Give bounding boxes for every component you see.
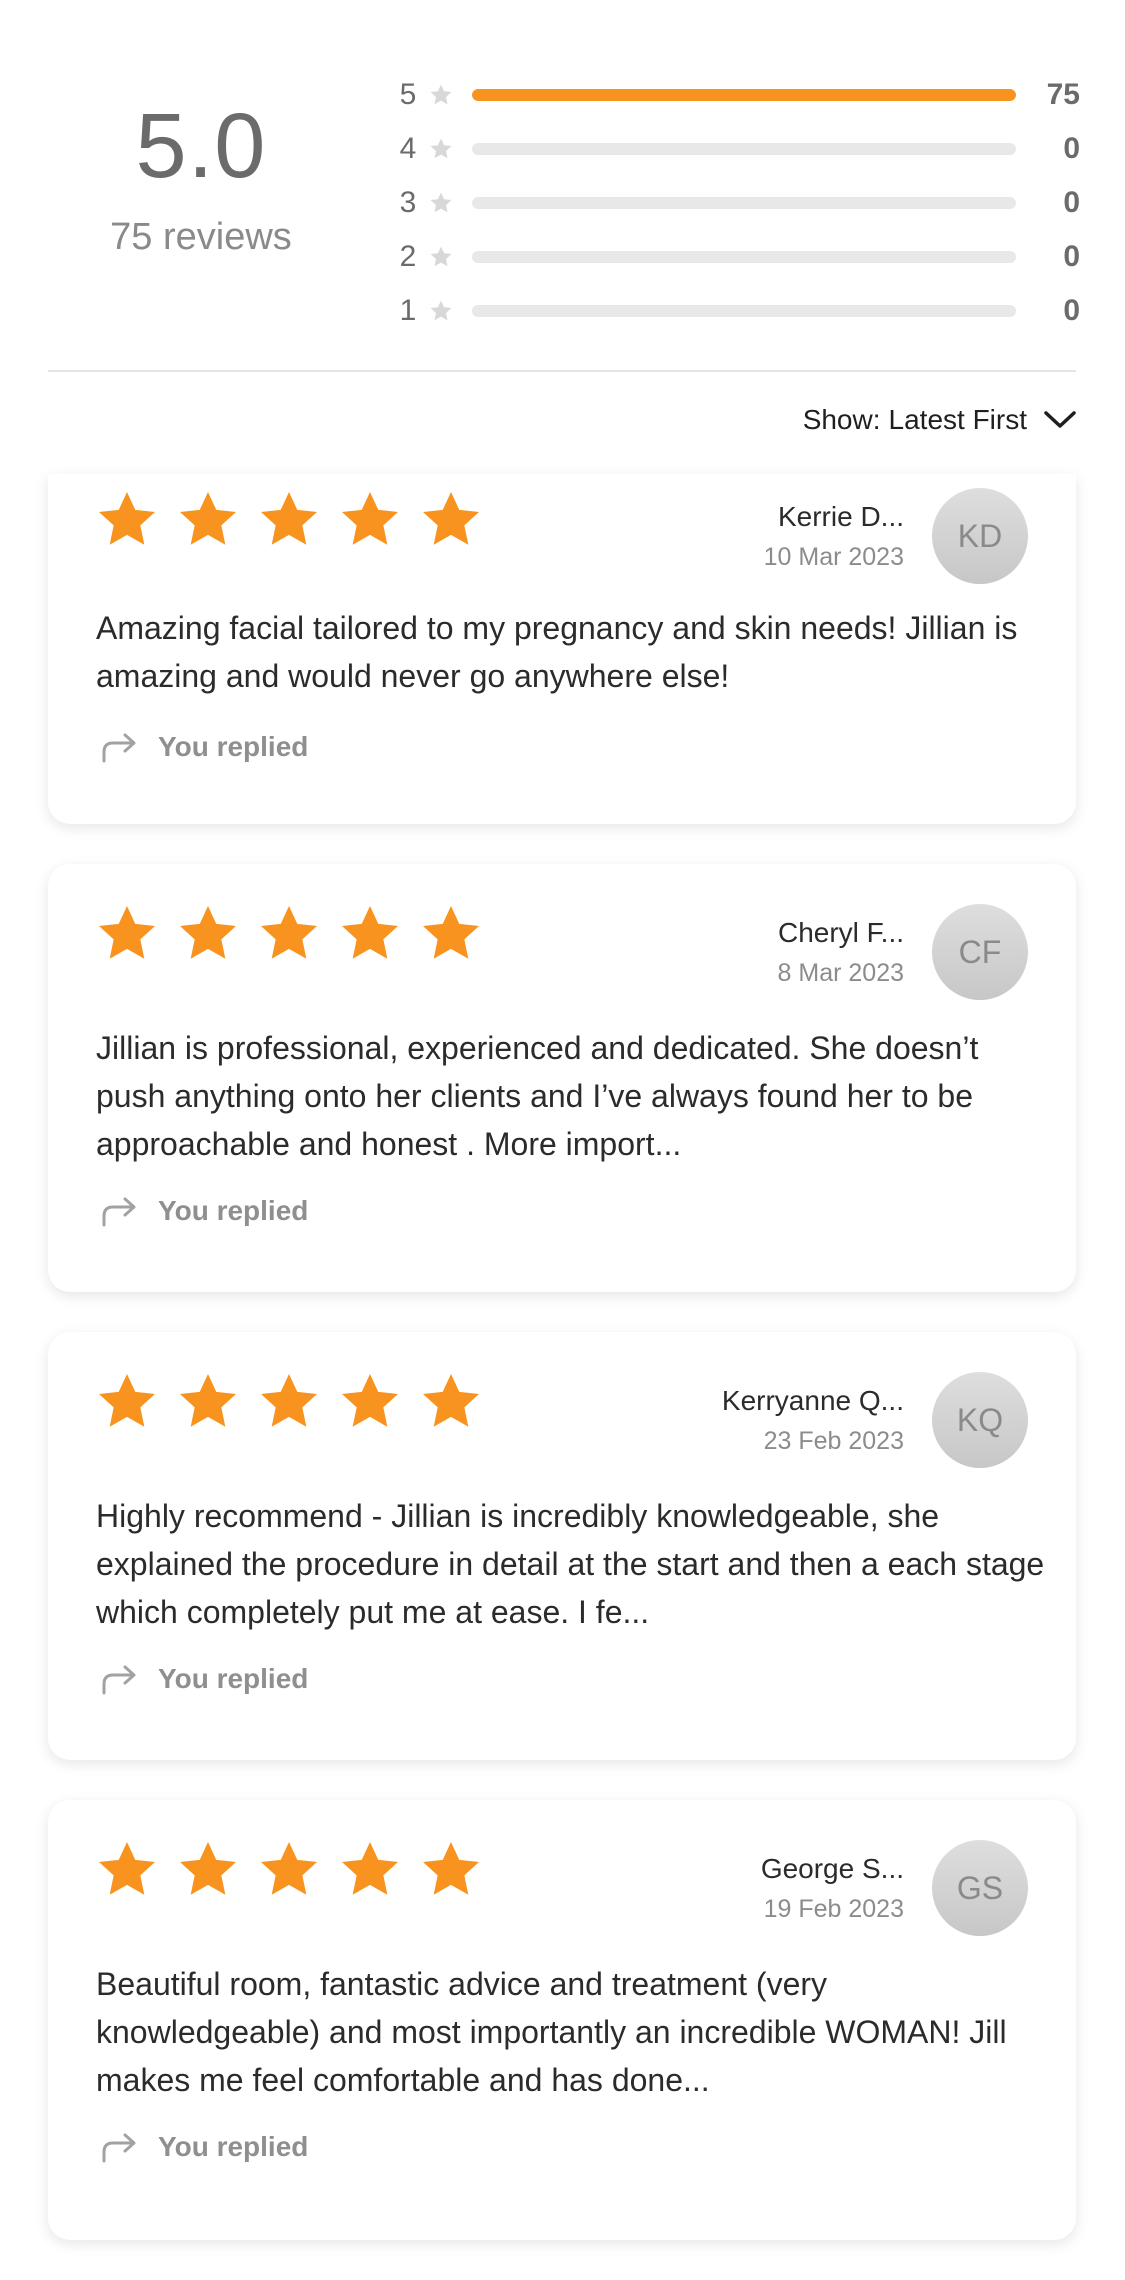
reviewer-name: George S... xyxy=(760,1853,904,1884)
histogram-bar-track xyxy=(472,251,1016,263)
reviewer-info: Kerryanne Q... 23 Feb 2023 xyxy=(722,1384,904,1456)
star-icon xyxy=(180,492,236,545)
review-count: 75 reviews xyxy=(110,216,292,258)
histogram-row-2: 2 0 xyxy=(396,230,1080,284)
review-rating xyxy=(94,1838,499,1902)
star-icon xyxy=(426,244,456,270)
star-icon xyxy=(426,136,456,162)
summary-divider xyxy=(48,370,1076,372)
histogram-row-1: 1 0 xyxy=(396,284,1080,338)
histogram-row-5: 5 75 xyxy=(396,68,1080,122)
histogram-star-number: 4 xyxy=(399,132,417,165)
reply-indicator[interactable]: You replied xyxy=(100,1194,308,1228)
rating-summary: 5.0 75 reviews 5 75 4 0 3 0 2 0 1 0 xyxy=(0,0,1125,372)
reply-indicator[interactable]: You replied xyxy=(100,1662,308,1696)
review-rating xyxy=(94,1370,499,1434)
reply-indicator[interactable]: You replied xyxy=(100,730,308,764)
score-block: 5.0 75 reviews xyxy=(48,100,354,256)
review-date: 23 Feb 2023 xyxy=(763,1426,904,1455)
reply-label: You replied xyxy=(158,731,309,762)
reply-indicator[interactable]: You replied xyxy=(100,2130,308,2164)
star-icon xyxy=(99,906,155,959)
histogram-star-number: 3 xyxy=(399,186,417,219)
histogram-bar-track xyxy=(472,143,1016,155)
star-icon xyxy=(423,492,479,545)
reply-label: You replied xyxy=(158,1663,309,1694)
star-icon xyxy=(423,906,479,959)
histogram-bar-fill xyxy=(472,89,1016,101)
reviewer-info: Cheryl F... 8 Mar 2023 xyxy=(778,916,904,988)
avatar: KQ xyxy=(932,1372,1028,1468)
star-icon xyxy=(99,1374,155,1427)
review-text: Jillian is professional, experienced and… xyxy=(96,1030,979,1162)
histogram-count: 0 xyxy=(1063,132,1080,165)
star-icon xyxy=(342,492,398,545)
star-icon xyxy=(261,492,317,545)
histogram-star-number: 5 xyxy=(399,78,417,111)
reviewer-name: Kerryanne Q... xyxy=(721,1385,904,1416)
review-list: Kerrie D... 10 Mar 2023 KD Amazing facia… xyxy=(48,474,1076,2280)
review-rating xyxy=(94,488,499,552)
histogram-star-number: 1 xyxy=(399,294,417,327)
histogram-bar-track xyxy=(472,89,1016,101)
star-icon xyxy=(426,82,456,108)
histogram-star-number: 2 xyxy=(399,240,417,273)
star-icon xyxy=(99,1842,155,1895)
reviewer-name: Kerrie D... xyxy=(777,501,904,532)
review-card[interactable]: Kerrie D... 10 Mar 2023 KD Amazing facia… xyxy=(48,474,1076,824)
star-icon xyxy=(261,1842,317,1895)
avatar: CF xyxy=(932,904,1028,1000)
review-date: 19 Feb 2023 xyxy=(763,1894,904,1923)
star-icon xyxy=(342,906,398,959)
star-icon xyxy=(261,1374,317,1427)
sort-value: Latest First xyxy=(888,404,1027,435)
histogram-count: 0 xyxy=(1063,240,1080,273)
avatar: GS xyxy=(932,1840,1028,1936)
histogram-count: 0 xyxy=(1063,294,1080,327)
star-icon xyxy=(180,1842,236,1895)
histogram-count: 75 xyxy=(1046,78,1080,111)
reply-arrow-icon xyxy=(102,2133,136,2163)
star-icon xyxy=(426,298,456,324)
star-icon xyxy=(99,492,155,545)
review-card[interactable]: Kerryanne Q... 23 Feb 2023 KQ Highly rec… xyxy=(48,1332,1076,1760)
star-icon xyxy=(423,1842,479,1895)
histogram-bar-track xyxy=(472,305,1016,317)
star-icon xyxy=(180,1374,236,1427)
review-card[interactable]: George S... 19 Feb 2023 GS Beautiful roo… xyxy=(48,1800,1076,2240)
star-icon xyxy=(180,906,236,959)
review-date: 10 Mar 2023 xyxy=(763,542,904,571)
reviewer-name: Cheryl F... xyxy=(777,917,904,948)
reply-label: You replied xyxy=(158,1195,309,1226)
reply-arrow-icon xyxy=(102,1197,136,1227)
rating-histogram: 5 75 4 0 3 0 2 0 1 0 xyxy=(396,68,1080,338)
star-icon xyxy=(261,906,317,959)
review-date: 8 Mar 2023 xyxy=(777,958,904,987)
histogram-count: 0 xyxy=(1063,186,1080,219)
avatar: KD xyxy=(932,488,1028,584)
histogram-bar-track xyxy=(472,197,1016,209)
star-icon xyxy=(423,1374,479,1427)
star-icon xyxy=(426,190,456,216)
review-card[interactable]: Cheryl F... 8 Mar 2023 CF Jillian is pro… xyxy=(48,864,1076,1292)
reply-arrow-icon xyxy=(102,733,136,763)
review-text: Highly recommend - Jillian is incredibly… xyxy=(96,1498,1045,1630)
review-rating xyxy=(94,902,499,966)
reply-label: You replied xyxy=(158,2131,309,2162)
average-score: 5.0 xyxy=(135,95,267,197)
reply-arrow-icon xyxy=(102,1665,136,1695)
star-icon xyxy=(342,1374,398,1427)
sort-label: Show: xyxy=(802,404,881,435)
star-icon xyxy=(342,1842,398,1895)
chevron-down-icon xyxy=(1044,411,1076,428)
review-text: Amazing facial tailored to my pregnancy … xyxy=(96,610,1018,694)
reviewer-info: Kerrie D... 10 Mar 2023 xyxy=(764,500,904,572)
histogram-row-4: 4 0 xyxy=(396,122,1080,176)
review-text: Beautiful room, fantastic advice and tre… xyxy=(96,1966,1007,2098)
histogram-row-3: 3 0 xyxy=(396,176,1080,230)
reviewer-info: George S... 19 Feb 2023 xyxy=(761,1852,904,1924)
sort-dropdown[interactable]: Show: Latest First xyxy=(803,404,1077,436)
